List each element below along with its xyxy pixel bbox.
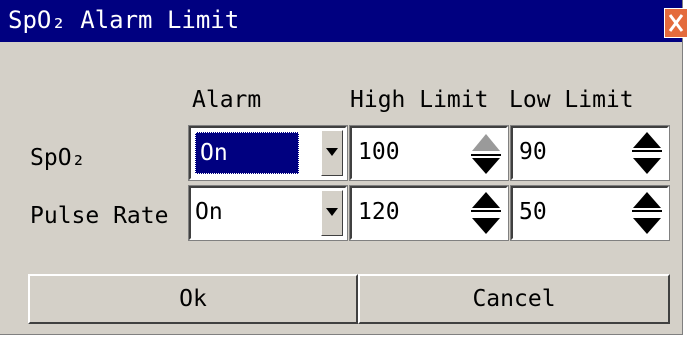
pulse-rate-high-limit-spinner[interactable]: 120 [349,185,509,241]
chevron-down-icon [326,208,338,216]
pulse-rate-high-limit-value: 120 [358,199,400,225]
column-header-high-limit: High Limit [350,87,489,113]
spo2-alarm-dropdown-button[interactable] [321,130,343,176]
arrow-down-icon[interactable] [468,153,504,176]
cancel-button[interactable]: Cancel [358,274,670,324]
spo2-high-limit-spinner[interactable]: 100 [349,125,509,181]
spo2-high-limit-value: 100 [358,139,400,165]
row-label-spo2: SpO₂ [30,145,86,171]
arrow-up-icon[interactable] [468,130,504,153]
ok-button[interactable]: Ok [28,274,358,324]
arrow-down-icon[interactable] [468,213,504,236]
selection-highlight: On [195,132,299,174]
alarm-limit-dialog: SpO₂ Alarm Limit Alarm High Limit Low Li… [0,0,688,335]
spinner-buttons [468,130,504,176]
spo2-alarm-value: On [200,140,228,166]
close-icon [668,14,684,32]
column-header-low-limit: Low Limit [509,87,634,113]
spo2-low-limit-spinner[interactable]: 90 [510,125,670,181]
pulse-rate-alarm-select[interactable]: On [188,185,348,241]
pulse-rate-alarm-value: On [195,199,223,225]
arrow-down-icon[interactable] [629,153,665,176]
arrow-up-icon[interactable] [468,190,504,213]
pulse-rate-alarm-dropdown-button[interactable] [321,190,343,236]
arrow-down-icon[interactable] [629,213,665,236]
close-button[interactable] [664,8,688,38]
row-label-pulse-rate: Pulse Rate [30,203,169,229]
arrow-up-icon[interactable] [629,190,665,213]
spinner-buttons [468,190,504,236]
spo2-low-limit-value: 90 [519,139,547,165]
chevron-down-icon [326,148,338,156]
pulse-rate-low-limit-spinner[interactable]: 50 [510,185,670,241]
spo2-alarm-select[interactable]: On [188,125,348,181]
pulse-rate-low-limit-value: 50 [519,199,547,225]
spinner-buttons [629,130,665,176]
arrow-up-icon[interactable] [629,130,665,153]
dialog-title: SpO₂ Alarm Limit [8,6,240,34]
title-bar[interactable]: SpO₂ Alarm Limit [0,0,682,42]
column-header-alarm: Alarm [192,87,262,113]
spinner-buttons [629,190,665,236]
